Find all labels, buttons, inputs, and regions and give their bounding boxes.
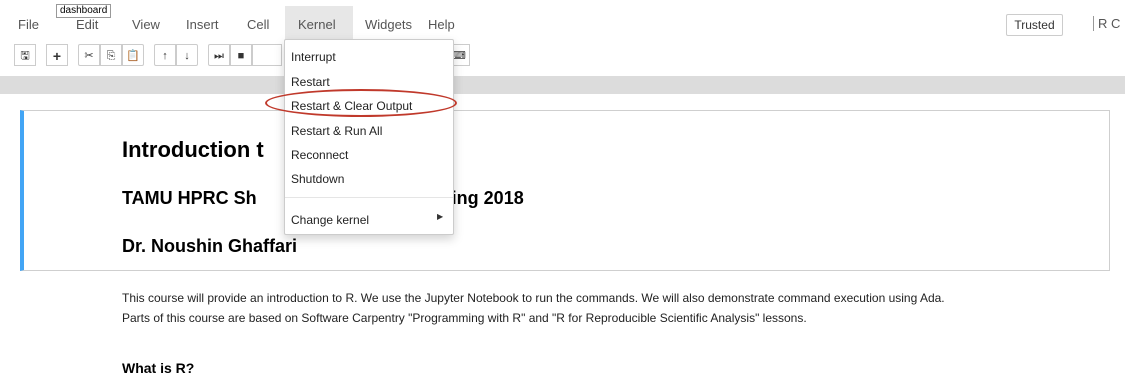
intro-paragraph-line1: This course will provide an introduction…: [122, 291, 945, 305]
stop-icon[interactable]: ■: [230, 44, 252, 66]
menu-item-restart[interactable]: Restart: [291, 75, 330, 89]
kernel-dropdown-menu: Interrupt Restart Restart & Clear Output…: [284, 39, 454, 235]
paste-icon[interactable]: 📋: [122, 44, 144, 66]
save-icon[interactable]: 🖫: [14, 44, 36, 66]
section-heading: What is R?: [122, 360, 195, 376]
kernel-indicator: R C: [1093, 16, 1120, 31]
menu-widgets[interactable]: Widgets: [365, 17, 412, 32]
menu-cell[interactable]: Cell: [247, 17, 269, 32]
menu-view[interactable]: View: [132, 17, 160, 32]
trusted-badge[interactable]: Trusted: [1006, 14, 1063, 36]
dashboard-tooltip: dashboard: [56, 4, 112, 18]
cut-icon[interactable]: ✂: [78, 44, 100, 66]
intro-paragraph: This course will provide an introduction…: [122, 288, 1112, 328]
subtitle-right: ring 2018: [444, 188, 524, 208]
submenu-arrow-icon: ▶: [437, 212, 444, 221]
menu-item-change-kernel[interactable]: Change kernel: [291, 213, 369, 227]
menu-file[interactable]: File: [18, 17, 39, 32]
menu-help[interactable]: Help: [428, 17, 455, 32]
menu-edit[interactable]: Edit: [76, 17, 98, 32]
notebook-title: Introduction t: [122, 137, 264, 162]
highlight-circle: [265, 89, 457, 117]
copy-icon[interactable]: ⎘: [100, 44, 122, 66]
menubar: File Edit View Insert Cell Kernel Widget…: [0, 0, 1125, 40]
restart-icon[interactable]: [252, 44, 282, 66]
subtitle-left: TAMU HPRC Sh: [122, 188, 257, 208]
menu-item-interrupt[interactable]: Interrupt: [291, 50, 336, 64]
menu-divider: [285, 197, 453, 198]
menu-item-restart-run-all[interactable]: Restart & Run All: [291, 124, 382, 138]
author-heading: Dr. Noushin Ghaffari: [122, 236, 298, 256]
menu-item-shutdown[interactable]: Shutdown: [291, 172, 344, 186]
menu-item-reconnect[interactable]: Reconnect: [291, 148, 348, 162]
intro-paragraph-line2: Parts of this course are based on Softwa…: [122, 311, 807, 325]
add-icon[interactable]: +: [46, 44, 68, 66]
down-arrow-icon[interactable]: ↓: [176, 44, 198, 66]
menu-kernel[interactable]: Kernel: [298, 17, 336, 32]
menu-insert[interactable]: Insert: [186, 17, 219, 32]
toolbar-separator-bar: [0, 76, 1125, 94]
run-icon[interactable]: ⏭: [208, 44, 230, 66]
up-arrow-icon[interactable]: ↑: [154, 44, 176, 66]
